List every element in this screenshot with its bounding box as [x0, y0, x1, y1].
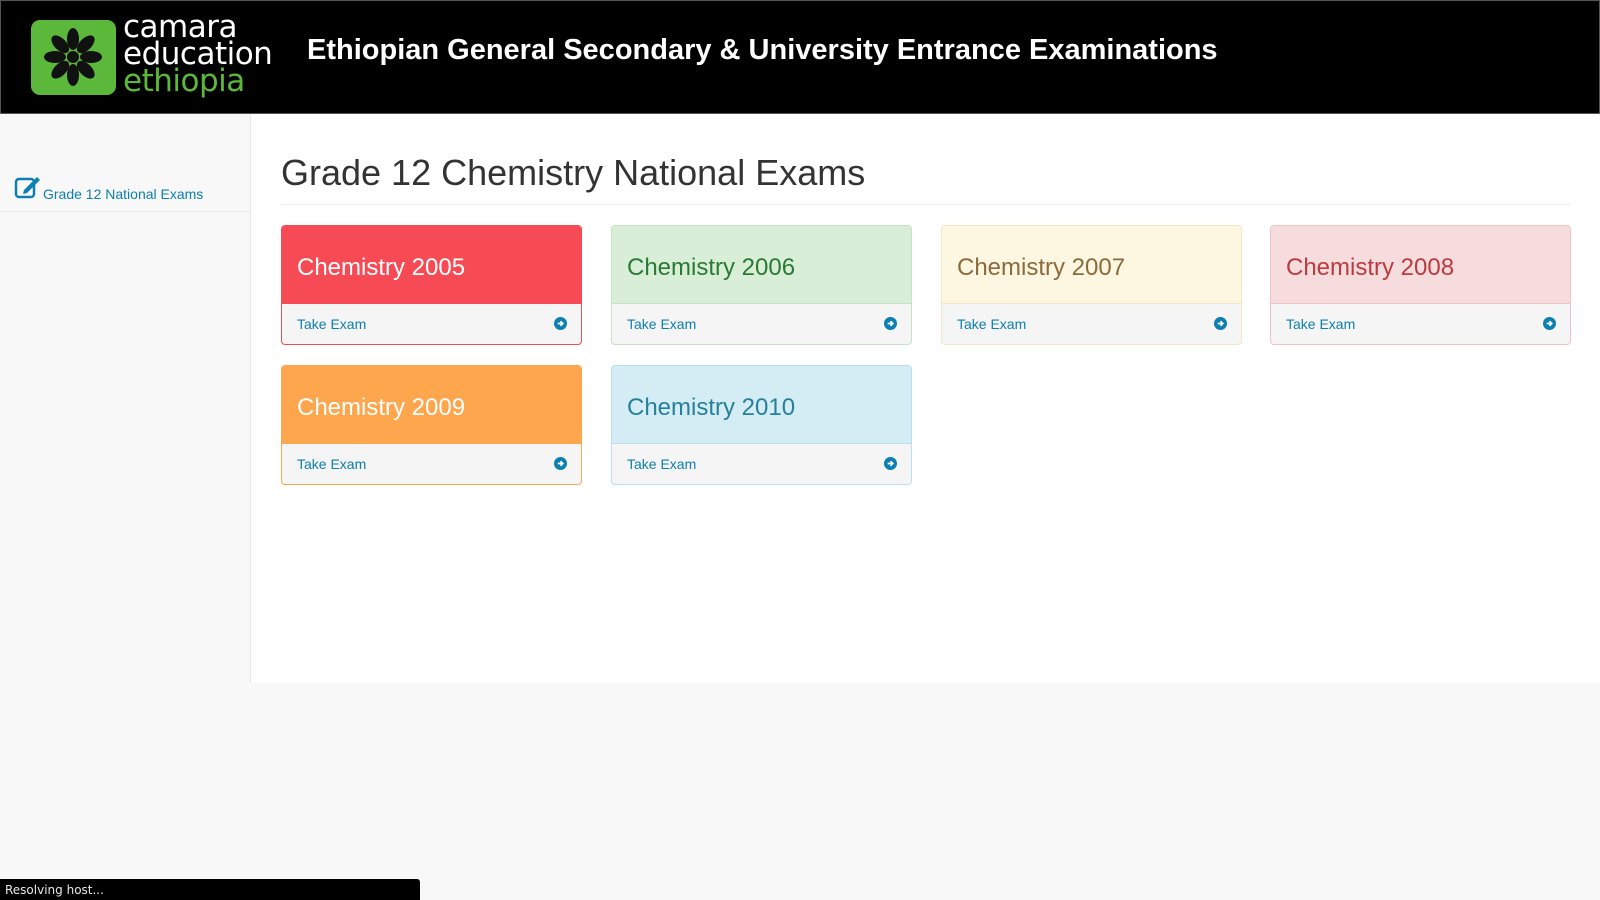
sidebar-item-grade-12-national-exams[interactable]: Grade 12 National Exams — [0, 173, 250, 212]
take-exam-label: Take Exam — [957, 316, 1027, 332]
exam-card-title: Chemistry 2006 — [612, 226, 911, 304]
exam-card-title: Chemistry 2005 — [282, 226, 581, 304]
take-exam-button[interactable]: Take Exam — [282, 304, 581, 344]
site-header: camara education ethiopia Ethiopian Gene… — [0, 0, 1600, 114]
exam-card-title: Chemistry 2010 — [612, 366, 911, 444]
exam-card-chemistry-2010: Chemistry 2010 Take Exam — [611, 365, 912, 485]
exam-card-chemistry-2007: Chemistry 2007 Take Exam — [941, 225, 1242, 345]
take-exam-label: Take Exam — [297, 316, 367, 332]
arrow-circle-right-icon — [554, 457, 567, 473]
take-exam-label: Take Exam — [297, 456, 367, 472]
exam-card-chemistry-2006: Chemistry 2006 Take Exam — [611, 225, 912, 345]
arrow-circle-right-icon — [884, 457, 897, 473]
take-exam-button[interactable]: Take Exam — [942, 304, 1241, 344]
arrow-circle-right-icon — [884, 317, 897, 333]
exam-card-chemistry-2009: Chemistry 2009 Take Exam — [281, 365, 582, 485]
logo-line-3: ethiopia — [123, 63, 245, 99]
main-content: Grade 12 Chemistry National Exams Chemis… — [251, 114, 1600, 683]
sidebar: Grade 12 National Exams — [0, 114, 251, 683]
exam-card-title: Chemistry 2007 — [942, 226, 1241, 304]
arrow-circle-right-icon — [1214, 317, 1227, 333]
take-exam-button[interactable]: Take Exam — [612, 304, 911, 344]
edit-icon — [14, 173, 42, 204]
logo-flower-icon — [31, 20, 116, 95]
take-exam-button[interactable]: Take Exam — [1271, 304, 1570, 344]
exam-card-chemistry-2008: Chemistry 2008 Take Exam — [1270, 225, 1571, 345]
arrow-circle-right-icon — [1543, 317, 1556, 333]
arrow-circle-right-icon — [554, 317, 567, 333]
title-divider — [281, 204, 1571, 205]
take-exam-button[interactable]: Take Exam — [612, 444, 911, 484]
exam-card-chemistry-2005: Chemistry 2005 Take Exam — [281, 225, 582, 345]
take-exam-label: Take Exam — [1286, 316, 1356, 332]
camara-logo[interactable]: camara education ethiopia — [31, 12, 281, 98]
take-exam-label: Take Exam — [627, 316, 697, 332]
take-exam-label: Take Exam — [627, 456, 697, 472]
status-text: Resolving host... — [5, 883, 104, 897]
exam-card-title: Chemistry 2009 — [282, 366, 581, 444]
exam-card-title: Chemistry 2008 — [1271, 226, 1570, 304]
logo-wordmark: camara education ethiopia — [123, 12, 273, 99]
site-title: Ethiopian General Secondary & University… — [307, 34, 1218, 66]
take-exam-button[interactable]: Take Exam — [282, 444, 581, 484]
sidebar-item-label: Grade 12 National Exams — [43, 186, 204, 202]
page-title: Grade 12 Chemistry National Exams — [281, 152, 866, 193]
browser-status-bar: Resolving host... — [0, 879, 420, 900]
